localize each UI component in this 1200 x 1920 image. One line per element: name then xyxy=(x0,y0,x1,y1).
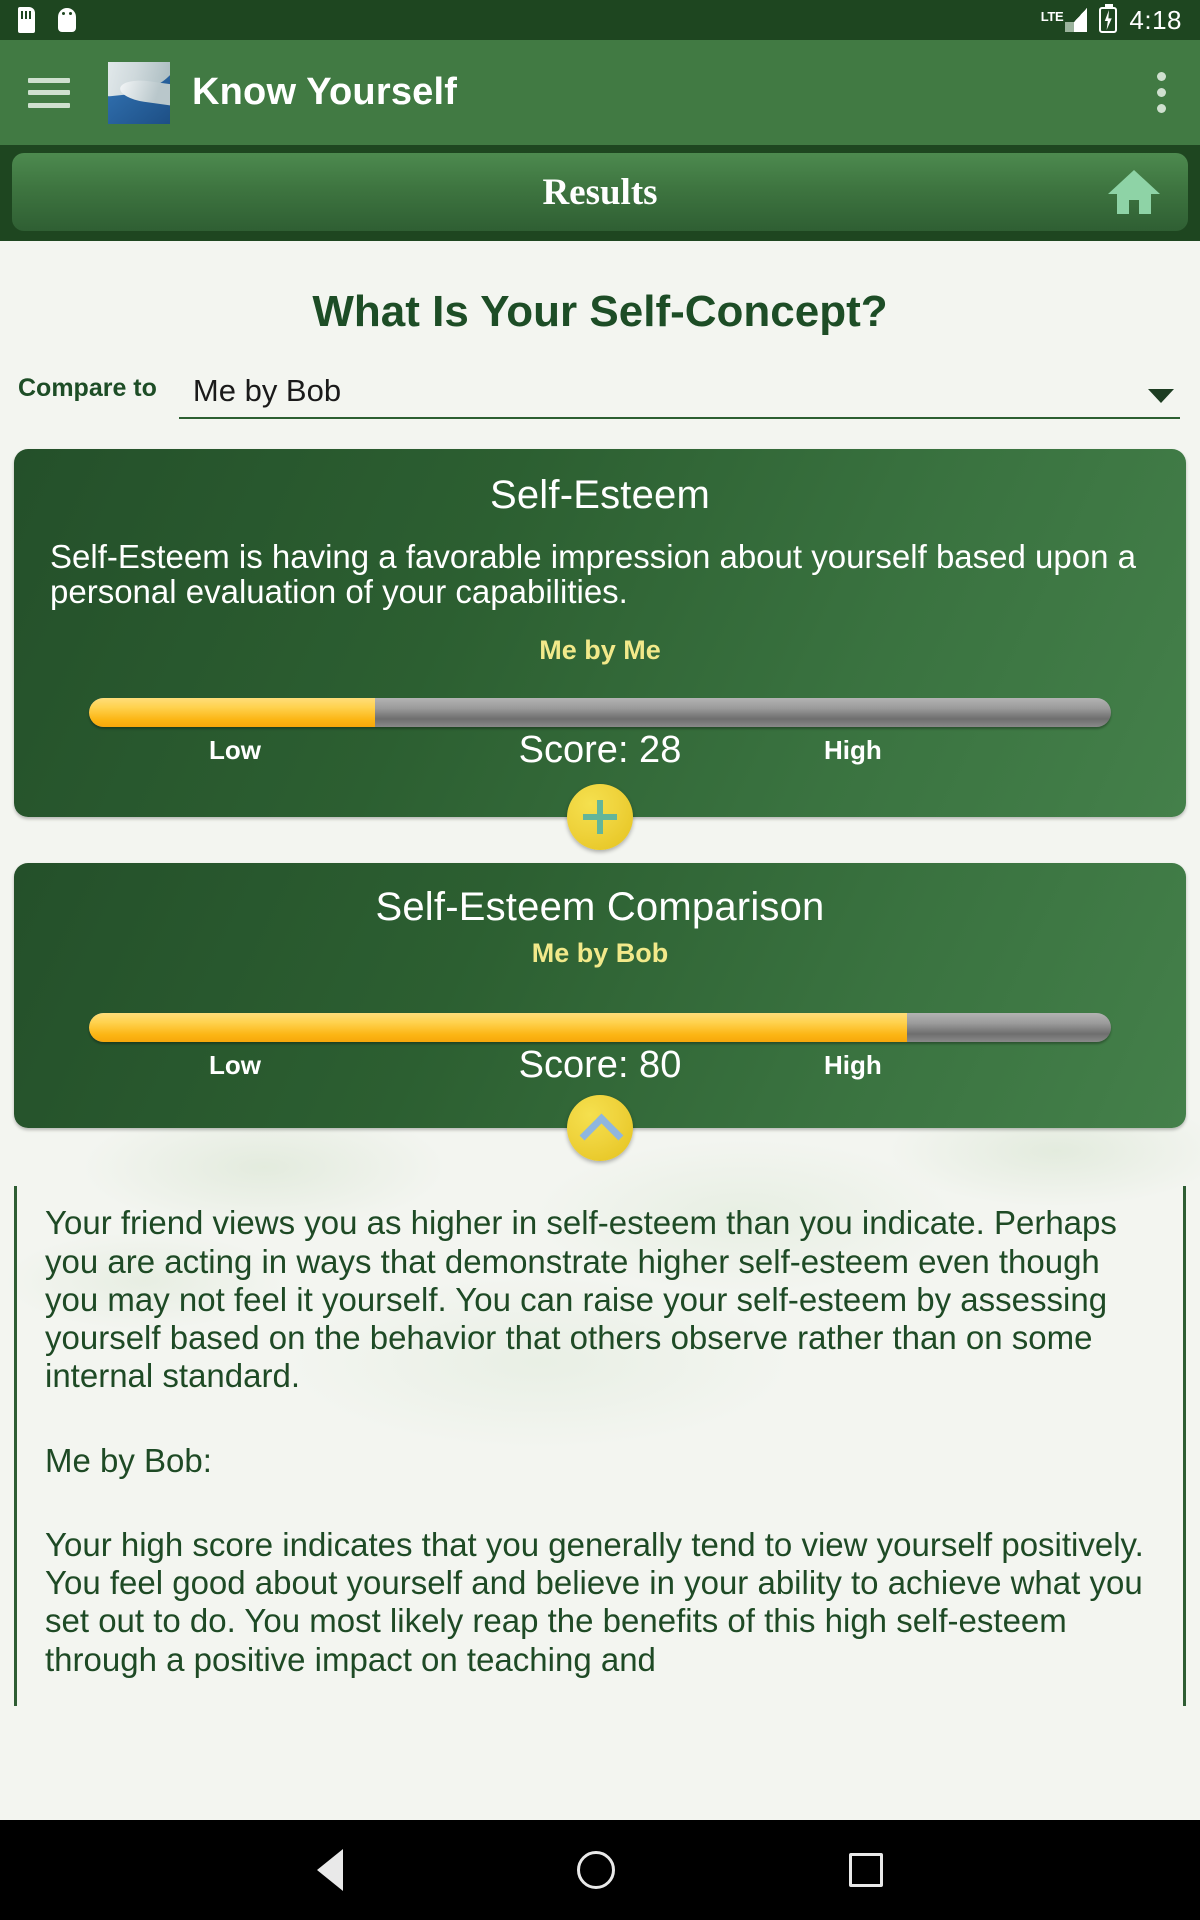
self-esteem-comparison-card: Self-Esteem Comparison Me by Bob Low Sco… xyxy=(14,863,1186,1162)
score-progress-bar xyxy=(89,1013,1111,1043)
score-labels-area: Low Score: 80 High xyxy=(14,1042,1186,1098)
android-icon xyxy=(57,8,77,32)
score-progress-bar xyxy=(89,698,1111,728)
plus-icon xyxy=(583,800,617,835)
compare-to-label: Compare to xyxy=(18,374,157,402)
interpretation-text: Your friend views you as higher in self-… xyxy=(14,1186,1186,1707)
status-bar-right-icons: LTE 4:18 xyxy=(1041,4,1182,36)
results-bar: Results xyxy=(12,153,1188,231)
signal-strength-icon xyxy=(1065,8,1088,32)
clock-label: 4:18 xyxy=(1129,4,1182,35)
card-title: Self-Esteem Comparison xyxy=(375,885,825,930)
app-logo-icon xyxy=(108,61,170,124)
page-title: What Is Your Self-Concept? xyxy=(312,287,888,336)
expand-card-button[interactable] xyxy=(567,784,633,851)
network-indicator: LTE xyxy=(1041,8,1088,32)
results-bar-container: Results xyxy=(0,145,1200,241)
lte-label: LTE xyxy=(1040,9,1064,24)
status-bar: LTE 4:18 xyxy=(0,0,1200,40)
recents-square-icon[interactable] xyxy=(849,1853,883,1887)
hamburger-menu-icon[interactable] xyxy=(28,77,70,108)
app-root: LTE 4:18 Know Yourself Results What Is Y… xyxy=(0,0,1200,1920)
score-value: Score: 28 xyxy=(518,729,682,772)
compare-to-select[interactable]: Me by Bob xyxy=(178,373,1180,419)
interpretation-heading: Me by Bob: xyxy=(45,1441,212,1479)
score-bar-area xyxy=(14,969,1186,1043)
status-bar-left-icons xyxy=(18,7,77,33)
high-label: High xyxy=(824,735,882,766)
card-description: Self-Esteem is having a favorable impres… xyxy=(50,538,1136,610)
self-esteem-card: Self-Esteem Self-Esteem is having a favo… xyxy=(14,449,1186,851)
score-progress-fill xyxy=(89,1013,907,1043)
score-progress-fill xyxy=(89,698,376,728)
chevron-down-icon xyxy=(1148,389,1174,403)
home-icon[interactable] xyxy=(1106,168,1162,216)
compare-row: Compare to Me by Bob xyxy=(0,337,1200,419)
compare-to-selected-value: Me by Bob xyxy=(192,373,342,408)
collapse-card-button[interactable] xyxy=(567,1095,633,1162)
score-labels-area: Low Score: 28 High xyxy=(14,727,1186,783)
card-title: Self-Esteem xyxy=(489,473,711,517)
app-bar: Know Yourself xyxy=(0,40,1200,145)
main-content: What Is Your Self-Concept? Compare to Me… xyxy=(0,241,1200,1866)
interpretation-paragraph-1: Your friend views you as higher in self-… xyxy=(45,1204,1117,1395)
back-triangle-icon[interactable] xyxy=(317,1849,343,1891)
battery-charging-icon xyxy=(1099,4,1118,33)
card-sublabel: Me by Bob xyxy=(531,938,669,969)
sd-card-icon xyxy=(18,7,35,33)
home-circle-icon[interactable] xyxy=(577,1851,615,1889)
high-label: High xyxy=(824,1050,882,1081)
card-sublabel: Me by Me xyxy=(539,635,661,666)
android-nav-bar xyxy=(0,1820,1200,1920)
app-title: Know Yourself xyxy=(192,71,458,113)
interpretation-paragraph-2: Your high score indicates that you gener… xyxy=(45,1525,1144,1678)
results-title: Results xyxy=(542,171,658,213)
score-bar-area xyxy=(14,666,1186,728)
score-value: Score: 80 xyxy=(518,1044,682,1087)
overflow-menu-icon[interactable] xyxy=(1151,66,1172,119)
chevron-up-icon xyxy=(582,1118,618,1138)
